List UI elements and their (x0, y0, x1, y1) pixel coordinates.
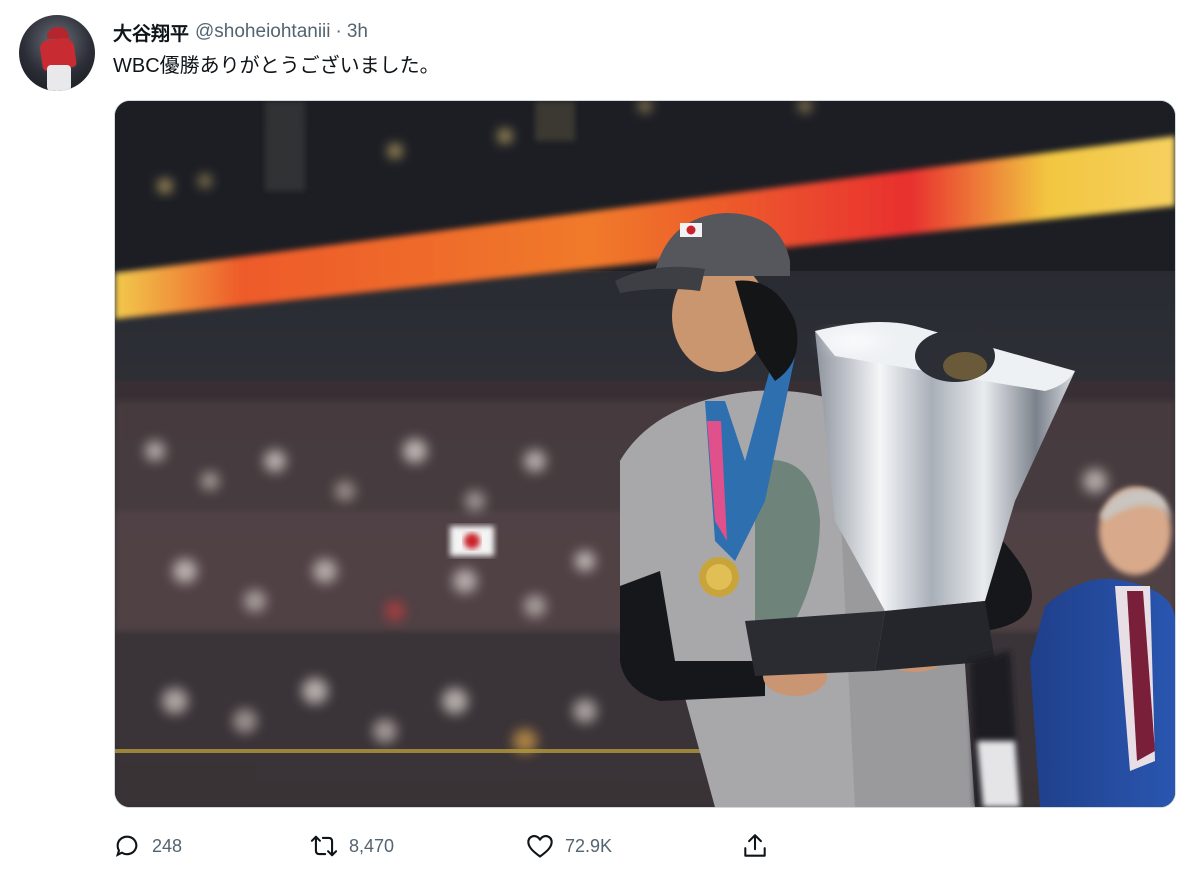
tweet-photo[interactable] (114, 100, 1176, 808)
like-count: 72.9K (565, 835, 613, 856)
heart-icon (525, 831, 555, 861)
share-upload-icon (740, 831, 770, 861)
retweet-icon (309, 831, 339, 861)
reply-count: 248 (152, 835, 183, 856)
tweet: 大谷翔平 @shoheiohtaniii · 3h WBC優勝ありがとうございま… (0, 0, 1200, 878)
header-separator: · (335, 21, 342, 42)
photo-trophy-celebration (115, 101, 1175, 807)
reply-bubble-icon (112, 831, 142, 861)
avatar-figure-legs (47, 65, 71, 91)
author-display-name[interactable]: 大谷翔平 (113, 19, 189, 46)
tweet-header: 大谷翔平 @shoheiohtaniii · 3h (113, 19, 368, 45)
retweet-button[interactable]: 8,470 (309, 828, 394, 864)
reply-button[interactable]: 248 (112, 828, 182, 864)
like-button[interactable]: 72.9K (525, 828, 612, 864)
share-button[interactable] (740, 828, 770, 864)
author-avatar[interactable] (19, 15, 95, 91)
tweet-text: WBC優勝ありがとうございました。 (113, 55, 440, 77)
tweet-timestamp[interactable]: 3h (347, 21, 368, 43)
retweet-count: 8,470 (349, 835, 395, 856)
author-handle[interactable]: @shoheiohtaniii (195, 21, 331, 43)
tweet-actions: 248 8,470 72.9K (112, 828, 812, 864)
